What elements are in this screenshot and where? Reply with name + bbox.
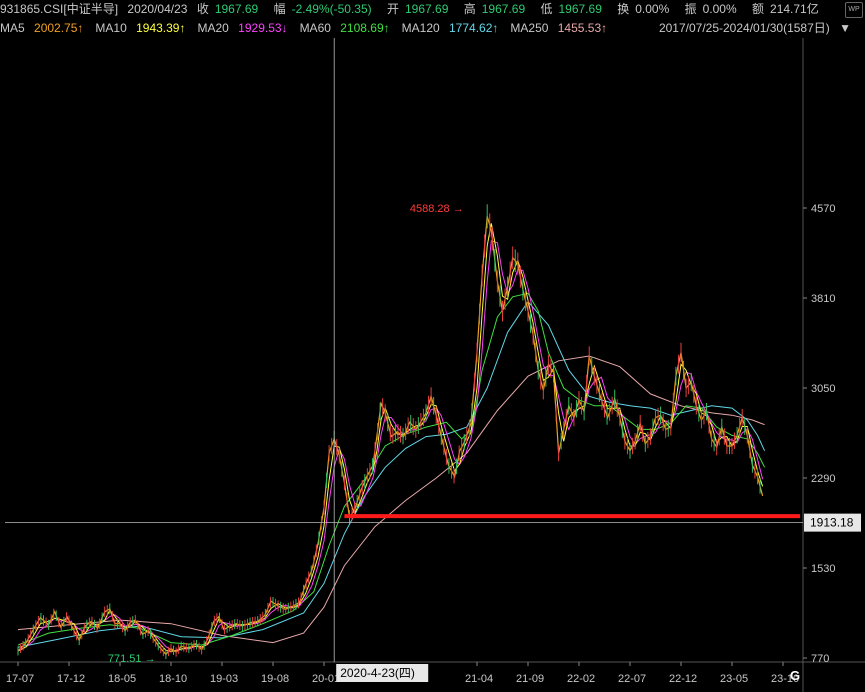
ma-name: MA5 [0,21,29,35]
ma-value: 1929.53↓ [238,21,288,35]
x-tick-label: 18-10 [159,673,187,685]
amount-label: 额 [752,2,765,16]
x-tick-label: 21-04 [465,673,493,685]
ma-legend-ma120: MA120 1774.62↑ [402,21,505,35]
wp-icon[interactable]: WP [845,2,863,18]
quote-date: 2020/04/23 [127,2,188,16]
ma-name: MA10 [95,21,131,35]
ma-value: 2108.69↑ [340,21,390,35]
ma-legend: MA5 2002.75↑ MA10 1943.39↑ MA20 1929.53↓ MA… [0,19,865,38]
ma-legend-ma5: MA5 2002.75↑ [0,21,89,35]
triangle-down-icon[interactable]: ▼ [839,21,851,35]
y-tick-label: 3050 [811,383,835,395]
x-tick-label: 20-01 [312,673,340,685]
x-tick-label: 17-12 [57,673,85,685]
x-tick-label: 23-05 [720,673,748,685]
x-tick-label: 18-05 [108,673,136,685]
x-tick-label: 19-08 [261,673,289,685]
change-label: 幅 [273,2,286,16]
change-value: -2.49%(-50.35) [291,2,372,16]
y-tick-label: 4570 [811,203,835,215]
quote-header: 931865.CSI[中证半导] 2020/04/23 收 1967.69 幅 -2… [0,0,865,19]
turnover-label: 换 [617,2,630,16]
close-label: 收 [196,2,209,16]
turnover-value: 0.00% [635,2,670,16]
y-tick-label: 2290 [811,473,835,485]
price-chart[interactable]: 770 1530 2290 3050 3810 4570 17-07 17-12 18-05 18… [0,38,865,692]
low-value: 1967.69 [558,2,602,16]
x-tick-label: 22-07 [618,673,646,685]
ma-value: 1455.53↑ [557,21,608,35]
x-tick-label: 19-03 [210,673,238,685]
ma-name: MA250 [510,21,552,35]
crosshair-x-label: 2020-4-23(四) [340,666,415,680]
x-tick-label: 22-12 [669,673,697,685]
open-value: 1967.69 [404,2,449,16]
ma-legend-ma60: MA60 2108.69↑ [300,21,396,35]
high-annotation: 4588.28 → [410,203,464,215]
x-tick-label: 17-07 [6,673,34,685]
ma-legend-ma20: MA20 1929.53↓ [197,21,293,35]
ma-legend-ma250: MA250 1455.53↑ [510,21,613,35]
open-label: 开 [386,2,399,16]
index-code: 931865.CSI[中证半导] [0,2,119,16]
ma-name: MA20 [197,21,233,35]
low-label: 低 [540,2,553,16]
date-range[interactable]: 2017/07/25-2024/01/30(1587日) ▼ [659,19,857,38]
ma-value: 1943.39↑ [136,21,186,35]
ma-name: MA60 [299,21,335,35]
plot-area [5,38,803,660]
y-tick-label: 770 [811,653,829,665]
amount-value: 214.71亿 [770,2,819,16]
ma-name: MA120 [401,21,443,35]
y-tick-label: 3810 [811,293,835,305]
high-label: 高 [463,2,476,16]
amplitude-value: 0.00% [702,2,737,16]
date-range-text: 2017/07/25-2024/01/30(1587日) [658,21,830,35]
y-tick-label: 1530 [811,563,835,575]
crosshair-y-label: 1913.18 [810,516,854,530]
amplitude-label: 振 [684,2,697,16]
x-tick-label: 21-09 [516,673,544,685]
ma-value: 1774.62↑ [449,21,499,35]
high-value: 1967.69 [481,2,526,16]
close-value: 1967.69 [214,2,259,16]
ma-legend-ma10: MA10 1943.39↑ [95,21,191,35]
x-tick-label: 22-02 [567,673,595,685]
logo-mark: G [790,668,800,683]
low-annotation: 771.51 → [108,653,156,665]
ma-value: 2002.75↑ [34,21,84,35]
